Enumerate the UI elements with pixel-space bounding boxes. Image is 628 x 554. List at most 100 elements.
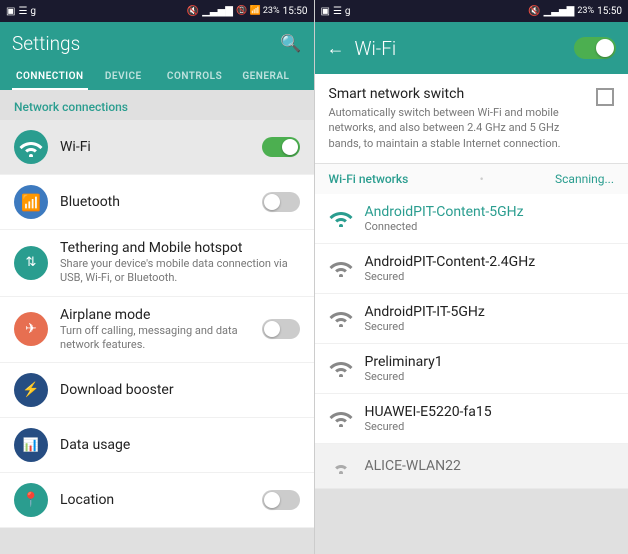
- right-mute-icon: 🔇: [528, 6, 540, 17]
- smart-switch-checkbox[interactable]: [596, 88, 614, 106]
- wifi-network-status: Secured: [365, 270, 536, 283]
- tethering-list-item[interactable]: ⇅ Tethering and Mobile hotspot Share you…: [0, 230, 314, 297]
- settings-title-row: Settings 🔍: [12, 32, 302, 63]
- wifi-network-status: Secured: [365, 420, 492, 433]
- left-status-icons: ▣ ☰ g: [6, 6, 36, 17]
- wifi-signal-strength-icon: [329, 207, 353, 231]
- data-usage-item-title: Data usage: [60, 437, 300, 453]
- bluetooth-list-item[interactable]: 📶 Bluetooth: [0, 175, 314, 230]
- wifi-networks-label: Wi-Fi networks: [329, 172, 409, 186]
- left-panel: ▣ ☰ g 🔇 ▁▃▅▇ 📵 📶 23% 15:50 Settings 🔍 CO…: [0, 0, 315, 554]
- scanning-label: Scanning...: [555, 172, 614, 186]
- wifi-signal-icon: [19, 137, 43, 157]
- left-app-icon: ▣: [6, 6, 15, 17]
- wifi-item-text: Wi-Fi: [60, 139, 262, 155]
- download-booster-item-text: Download booster: [60, 382, 300, 398]
- wifi-icon-circle: [14, 130, 48, 164]
- bluetooth-item-title: Bluetooth: [60, 194, 262, 210]
- right-battery-pct: 23%: [577, 6, 594, 16]
- right-header: ← Wi-Fi: [315, 22, 628, 74]
- wifi-signal-strength-icon: [329, 307, 353, 331]
- data-usage-item-text: Data usage: [60, 437, 300, 453]
- wifi-network-status: Secured: [365, 370, 443, 383]
- wifi-list-item[interactable]: Wi-Fi: [0, 120, 314, 175]
- tab-controls[interactable]: CONTROLS: [159, 63, 230, 90]
- tethering-item-title: Tethering and Mobile hotspot: [60, 240, 300, 256]
- left-header: Settings 🔍 CONNECTION DEVICE CONTROLS GE…: [0, 22, 314, 90]
- wifi-header-toggle[interactable]: [574, 37, 616, 59]
- right-status-icons: ▣ ☰ g: [321, 6, 351, 17]
- bluetooth-toggle[interactable]: [262, 192, 300, 212]
- wifi-network-text: AndroidPIT-IT-5GHz Secured: [365, 304, 485, 333]
- airplane-toggle[interactable]: [262, 319, 300, 339]
- wifi-network-item[interactable]: AndroidPIT-IT-5GHz Secured: [315, 294, 628, 344]
- wifi-network-item[interactable]: Preliminary1 Secured: [315, 344, 628, 394]
- settings-title: Settings: [12, 32, 80, 55]
- data-usage-list-item[interactable]: 📊 Data usage: [0, 418, 314, 473]
- airplane-item-subtitle: Turn off calling, messaging and data net…: [60, 324, 262, 353]
- wifi-network-text: HUAWEI-E5220-fa15 Secured: [365, 404, 492, 433]
- wifi-network-name: Preliminary1: [365, 354, 443, 370]
- wifi-network-item[interactable]: AndroidPIT-Content-2.4GHz Secured: [315, 244, 628, 294]
- wifi-network-text: Preliminary1 Secured: [365, 354, 443, 383]
- search-icon[interactable]: 🔍: [280, 34, 301, 54]
- wifi-network-name: AndroidPIT-IT-5GHz: [365, 304, 485, 320]
- wifi-network-text: ALICE-WLAN22: [365, 458, 461, 474]
- back-arrow-icon[interactable]: ←: [327, 38, 345, 59]
- location-toggle[interactable]: [262, 490, 300, 510]
- location-item-text: Location: [60, 492, 262, 508]
- download-booster-list-item[interactable]: ⚡ Download booster: [0, 363, 314, 418]
- wifi-network-name: HUAWEI-E5220-fa15: [365, 404, 492, 420]
- network-connections-header: Network connections: [0, 90, 314, 120]
- tethering-item-subtitle: Share your device's mobile data connecti…: [60, 257, 300, 286]
- wifi-network-text: AndroidPIT-Content-2.4GHz Secured: [365, 254, 536, 283]
- location-item-title: Location: [60, 492, 262, 508]
- wifi-screen-title: Wi-Fi: [355, 37, 565, 60]
- tab-connection[interactable]: CONNECTION: [12, 63, 88, 90]
- wifi-signal-strength-icon: [329, 407, 353, 431]
- tabs-bar: CONNECTION DEVICE CONTROLS GENERAL: [12, 63, 302, 90]
- wifi-signal-strength-icon: [329, 454, 353, 478]
- wifi-signal-strength-icon: [329, 357, 353, 381]
- left-time: 15:50: [283, 6, 308, 17]
- left-signal-bars: ▁▃▅▇: [202, 6, 233, 17]
- left-scroll-area: Network connections Wi-Fi 📶 Bluetooth: [0, 90, 314, 554]
- left-status-bar: ▣ ☰ g 🔇 ▁▃▅▇ 📵 📶 23% 15:50: [0, 0, 314, 22]
- right-menu-icon: ☰: [333, 6, 342, 17]
- location-list-item[interactable]: 📍 Location: [0, 473, 314, 528]
- left-signal-text: g: [30, 6, 36, 17]
- right-status-right: 🔇 ▁▃▅▇ 23% 15:50: [528, 6, 622, 17]
- smart-switch-box: Smart network switch Automatically switc…: [315, 74, 628, 164]
- wifi-network-status: Secured: [365, 320, 485, 333]
- location-icon-circle: 📍: [14, 483, 48, 517]
- left-battery-pct: 📵 📶 23%: [236, 6, 280, 16]
- right-signal-text: g: [345, 6, 351, 17]
- wifi-toggle[interactable]: [262, 137, 300, 157]
- smart-switch-text: Smart network switch Automatically switc…: [329, 86, 587, 151]
- left-menu-icon: ☰: [18, 6, 27, 17]
- bluetooth-icon-circle: 📶: [14, 185, 48, 219]
- wifi-item-title: Wi-Fi: [60, 139, 262, 155]
- wifi-network-name: ALICE-WLAN22: [365, 458, 461, 474]
- smart-switch-description: Automatically switch between Wi-Fi and m…: [329, 105, 587, 151]
- tethering-item-text: Tethering and Mobile hotspot Share your …: [60, 240, 300, 286]
- tab-general[interactable]: GENERAL: [230, 63, 301, 90]
- wifi-network-item[interactable]: AndroidPIT-Content-5GHz Connected: [315, 194, 628, 244]
- left-mute-icon: 🔇: [187, 6, 199, 17]
- dot-separator: •: [480, 172, 484, 186]
- download-booster-icon-circle: ⚡: [14, 373, 48, 407]
- airplane-list-item[interactable]: ✈ Airplane mode Turn off calling, messag…: [0, 297, 314, 364]
- wifi-networks-list: AndroidPIT-Content-5GHz Connected Androi…: [315, 194, 628, 554]
- tab-device[interactable]: DEVICE: [88, 63, 159, 90]
- wifi-signal-strength-icon: [329, 257, 353, 281]
- tethering-icon-circle: ⇅: [14, 246, 48, 280]
- download-booster-item-title: Download booster: [60, 382, 300, 398]
- wifi-network-item[interactable]: HUAWEI-E5220-fa15 Secured: [315, 394, 628, 444]
- wifi-network-name: AndroidPIT-Content-2.4GHz: [365, 254, 536, 270]
- bluetooth-item-text: Bluetooth: [60, 194, 262, 210]
- wifi-network-name: AndroidPIT-Content-5GHz: [365, 204, 524, 220]
- airplane-item-text: Airplane mode Turn off calling, messagin…: [60, 307, 262, 353]
- wifi-network-item[interactable]: ALICE-WLAN22: [315, 444, 628, 489]
- smart-switch-title: Smart network switch: [329, 86, 587, 102]
- wifi-networks-header: Wi-Fi networks • Scanning...: [315, 164, 628, 194]
